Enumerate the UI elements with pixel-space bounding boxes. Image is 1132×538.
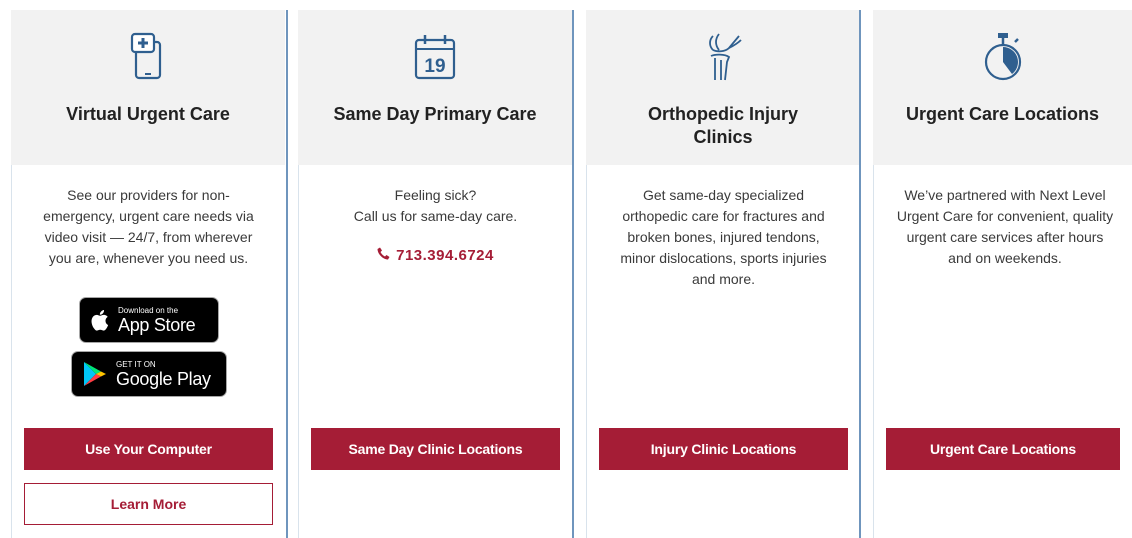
phone-medical-icon: [130, 32, 162, 80]
card-body: We’ve partnered with Next Level Urgent C…: [873, 165, 1132, 538]
card-body: Get same-day specialized orthopedic care…: [586, 165, 860, 538]
app-store-big: App Store: [118, 314, 196, 335]
card-title: Urgent Care Locations: [905, 104, 1100, 124]
google-play-badge[interactable]: GET IT ON Google Play: [71, 351, 227, 397]
column-divider: [859, 10, 861, 538]
app-store-badge[interactable]: Download on the App Store: [79, 297, 219, 343]
card-body: Feeling sick? Call us for same-day care.…: [298, 165, 572, 538]
card-header: Virtual Urgent Care: [11, 10, 285, 165]
card-description: Get same-day specialized orthopedic care…: [620, 187, 827, 287]
card-same-day-primary-care: 19 Same Day Primary Care Feeling sick? C…: [298, 0, 572, 538]
column-divider: [572, 10, 574, 538]
google-play-big: Google Play: [116, 368, 211, 389]
use-your-computer-button[interactable]: Use Your Computer: [24, 428, 273, 470]
card-body: See our providers for non- emergency, ur…: [11, 165, 285, 538]
apple-icon: [91, 310, 109, 331]
care-options-row: Virtual Urgent Care See our providers fo…: [0, 0, 1132, 538]
card-description: Feeling sick? Call us for same-day care.: [353, 187, 518, 224]
calendar-date-text: 19: [424, 56, 445, 77]
phone-number: 713.394.6724: [396, 247, 494, 264]
card-orthopedic-injury-clinics: Orthopedic Injury Clinics Get same-day s…: [586, 0, 860, 538]
card-title: Orthopedic Injury Clinics: [647, 104, 798, 147]
injury-clinic-locations-button[interactable]: Injury Clinic Locations: [599, 428, 848, 470]
urgent-care-locations-button[interactable]: Urgent Care Locations: [886, 428, 1120, 470]
card-title: Virtual Urgent Care: [66, 104, 230, 124]
calendar-icon: 19: [414, 35, 456, 80]
column-divider: [286, 10, 288, 538]
stopwatch-icon: [984, 33, 1021, 81]
phone-icon: [377, 247, 390, 260]
card-title: Same Day Primary Care: [333, 104, 537, 124]
same-day-clinic-locations-button[interactable]: Same Day Clinic Locations: [311, 428, 560, 470]
learn-more-button[interactable]: Learn More: [24, 483, 273, 525]
card-urgent-care-locations: Urgent Care Locations We’ve partnered wi…: [873, 0, 1132, 538]
card-description: We’ve partnered with Next Level Urgent C…: [896, 187, 1114, 266]
google-play-icon: [84, 362, 106, 386]
card-virtual-urgent-care: Virtual Urgent Care See our providers fo…: [11, 0, 285, 538]
card-description: See our providers for non- emergency, ur…: [43, 187, 254, 266]
knee-joint-icon: [709, 33, 742, 81]
phone-link[interactable]: 713.394.6724: [299, 247, 572, 264]
google-play-small: GET IT ON: [116, 359, 156, 369]
app-store-small: Download on the: [118, 305, 179, 315]
card-header: 19 Same Day Primary Care: [298, 10, 572, 165]
card-header: Urgent Care Locations: [873, 10, 1132, 165]
card-header: Orthopedic Injury Clinics: [586, 10, 860, 165]
